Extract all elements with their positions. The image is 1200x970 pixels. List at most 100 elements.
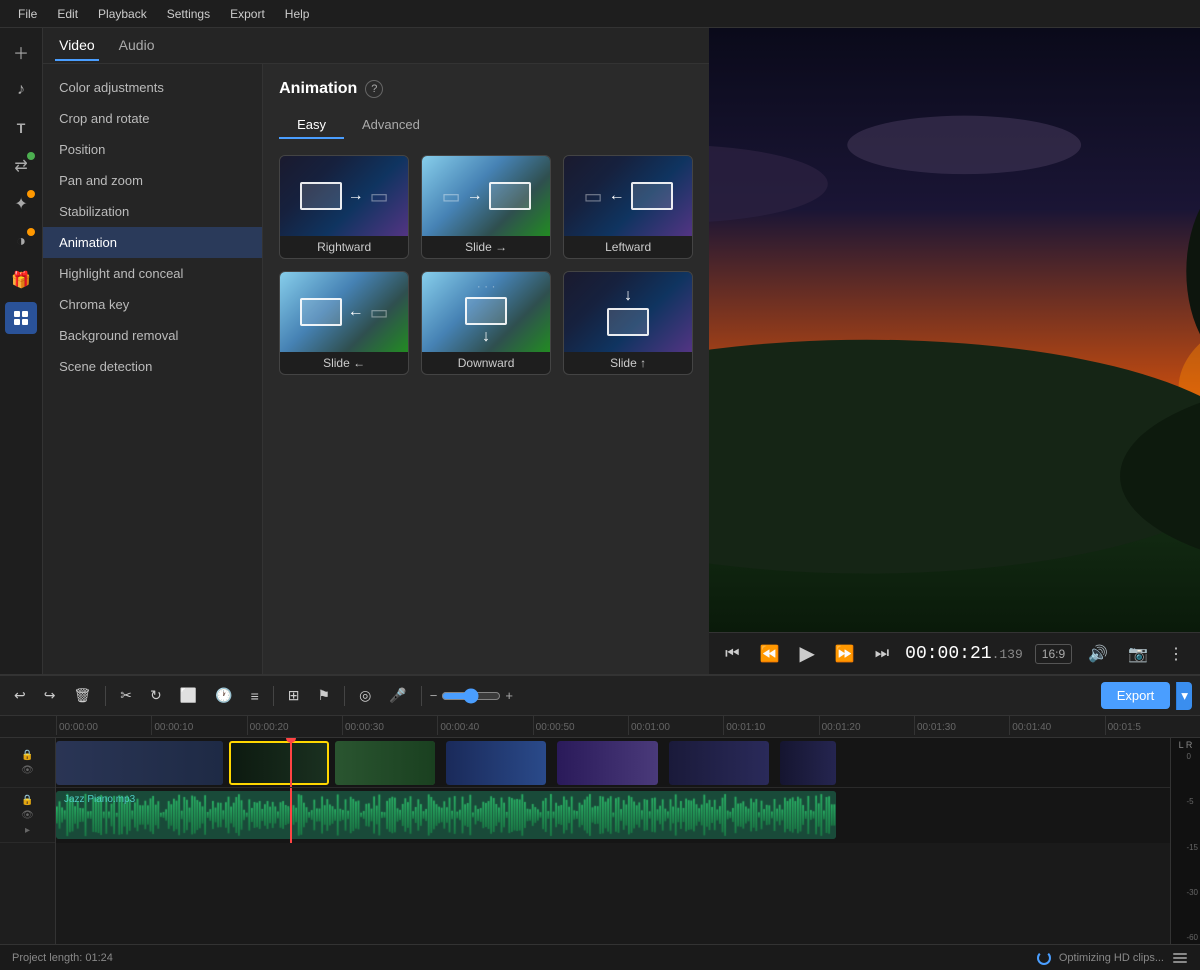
tab-audio[interactable]: Audio [115, 31, 159, 61]
zoom-slider[interactable] [441, 688, 501, 704]
tab-video[interactable]: Video [55, 31, 99, 61]
anim-label-slide-left: Slide ← [280, 352, 408, 374]
video-clip-2-selected[interactable] [229, 741, 329, 785]
track-visible-icon[interactable]: 👁 [21, 765, 34, 776]
menu-help[interactable]: Help [275, 5, 320, 23]
toolbar-separator-1 [105, 686, 106, 706]
menu-icon[interactable] [1172, 950, 1188, 966]
anim-tab-advanced[interactable]: Advanced [344, 112, 438, 139]
toolbar-separator-2 [273, 686, 274, 706]
prop-chroma[interactable]: Chroma key [43, 289, 262, 320]
status-text: Optimizing HD clips... [1059, 952, 1164, 964]
video-clip-1[interactable] [56, 741, 223, 785]
video-clip-7[interactable] [780, 741, 836, 785]
properties-list: Color adjustments Crop and rotate Positi… [43, 64, 263, 674]
ruler-mark-8: 00:01:20 [819, 716, 914, 735]
step-back-button[interactable]: ⏪ [756, 640, 784, 668]
ruler-mark-6: 00:01:00 [628, 716, 723, 735]
playhead[interactable] [290, 738, 292, 787]
sidebar-properties[interactable] [5, 302, 37, 334]
sidebar-music[interactable]: ♪ [5, 74, 37, 106]
aspect-ratio[interactable]: 16:9 [1035, 644, 1072, 664]
redo-button[interactable]: ↪ [38, 683, 62, 708]
zoom-plus-icon[interactable]: + [505, 688, 513, 703]
sidebar-stickers[interactable]: 🎁 [5, 264, 37, 296]
prop-position[interactable]: Position [43, 134, 262, 165]
video-clip-6[interactable] [669, 741, 769, 785]
prop-color[interactable]: Color adjustments [43, 72, 262, 103]
prop-background[interactable]: Background removal [43, 320, 262, 351]
track-lock-icon[interactable]: 🔒 [21, 750, 33, 761]
sidebar-effects[interactable]: ✦ [5, 188, 37, 220]
cut-button[interactable]: ✂ [114, 683, 138, 708]
video-clip-3[interactable] [335, 741, 435, 785]
audio-clip[interactable]: Jazz Piano.mp3 // Generate random wavefo… [56, 791, 836, 839]
prop-pan[interactable]: Pan and zoom [43, 165, 262, 196]
anim-card-slide-right[interactable]: ▭ → Slide → [421, 155, 551, 259]
audio-playhead [290, 788, 292, 843]
audio-visible-icon[interactable]: 👁 [21, 810, 34, 821]
zoom-minus-icon[interactable]: − [430, 688, 438, 703]
anim-overlay-leftward: ▭ ← [564, 156, 692, 236]
waveform-canvas [56, 791, 836, 839]
menu-file[interactable]: File [8, 5, 47, 23]
play-button[interactable]: ▶ [795, 637, 818, 670]
export-button[interactable]: Export [1101, 682, 1171, 709]
toolbar-separator-3 [344, 686, 345, 706]
flag-button[interactable]: ⚑ [312, 683, 337, 708]
menu-export[interactable]: Export [220, 5, 275, 23]
prop-animation[interactable]: Animation [43, 227, 262, 258]
step-forward-button[interactable]: ⏩ [831, 640, 859, 668]
delete-button[interactable]: 🗑 [67, 683, 97, 708]
main-layout: ＋ ♪ T ⇄ ✦ ◑ 🎁 [0, 28, 1200, 674]
audio-button[interactable]: 🎤 [383, 683, 412, 708]
anim-card-rightward[interactable]: → ▭ Rightward [279, 155, 409, 259]
timestamp-button[interactable]: 🕐 [209, 683, 238, 708]
prop-crop[interactable]: Crop and rotate [43, 103, 262, 134]
anim-preview-rightward: → ▭ [280, 156, 408, 236]
ruler-mark-3: 00:00:30 [342, 716, 437, 735]
anim-card-slide-up[interactable]: ↓ Slide ↑ [563, 271, 693, 375]
sidebar-text[interactable]: T [5, 112, 37, 144]
anim-card-slide-left[interactable]: ← ▭ Slide ← [279, 271, 409, 375]
align-button[interactable]: ≡ [245, 684, 265, 708]
audio-expand-icon[interactable]: ▸ [25, 825, 30, 836]
sidebar-add-media[interactable]: ＋ [5, 36, 37, 68]
ruler-mark-9: 00:01:30 [914, 716, 1009, 735]
preview-image [709, 28, 1200, 632]
pip-button[interactable]: ⊞ [282, 683, 306, 708]
video-clip-4[interactable] [446, 741, 546, 785]
animation-help-icon[interactable]: ? [365, 80, 383, 98]
prop-highlight[interactable]: Highlight and conceal [43, 258, 262, 289]
menu-settings[interactable]: Settings [157, 5, 220, 23]
menu-edit[interactable]: Edit [47, 5, 88, 23]
timeline-tracks: 🔒 👁 🔒 👁 ▸ [0, 738, 1200, 944]
sidebar-filters[interactable]: ◑ [5, 226, 37, 258]
prop-stabilization[interactable]: Stabilization [43, 196, 262, 227]
undo-button[interactable]: ↩ [8, 683, 32, 708]
export-dropdown-button[interactable]: ▾ [1176, 682, 1192, 710]
audio-lock-icon[interactable]: 🔒 [21, 795, 33, 806]
screenshot-button[interactable]: 📷 [1124, 640, 1152, 668]
panel-area: Video Audio Color adjustments Crop and r… [43, 28, 709, 674]
skip-start-button[interactable]: ⏮ [721, 641, 743, 667]
sidebar-transitions[interactable]: ⇄ [5, 150, 37, 182]
volume-button[interactable]: 🔊 [1084, 640, 1112, 668]
track-content[interactable]: Jazz Piano.mp3 // Generate random wavefo… [56, 738, 1170, 944]
anim-card-leftward[interactable]: ▭ ← Leftward [563, 155, 693, 259]
more-options-button[interactable]: ⋮ [1164, 640, 1188, 668]
ruler-mark-1: 00:00:10 [151, 716, 246, 735]
crop-button[interactable]: ⬜ [174, 683, 203, 708]
panel-tabs: Video Audio [43, 28, 709, 64]
anim-card-downward[interactable]: · · · ↓ Downward [421, 271, 551, 375]
status-bar: Project length: 01:24 Optimizing HD clip… [0, 944, 1200, 970]
video-clip-5[interactable] [557, 741, 657, 785]
anim-tab-easy[interactable]: Easy [279, 112, 344, 139]
preview-video [709, 28, 1200, 632]
skip-end-button[interactable]: ⏭ [871, 641, 893, 667]
rotate-button[interactable]: ↻ [144, 683, 168, 708]
stabilize-button[interactable]: ◎ [353, 683, 377, 708]
vu-label-lr: L R [1179, 740, 1193, 750]
prop-scene[interactable]: Scene detection [43, 351, 262, 382]
menu-playback[interactable]: Playback [88, 5, 157, 23]
